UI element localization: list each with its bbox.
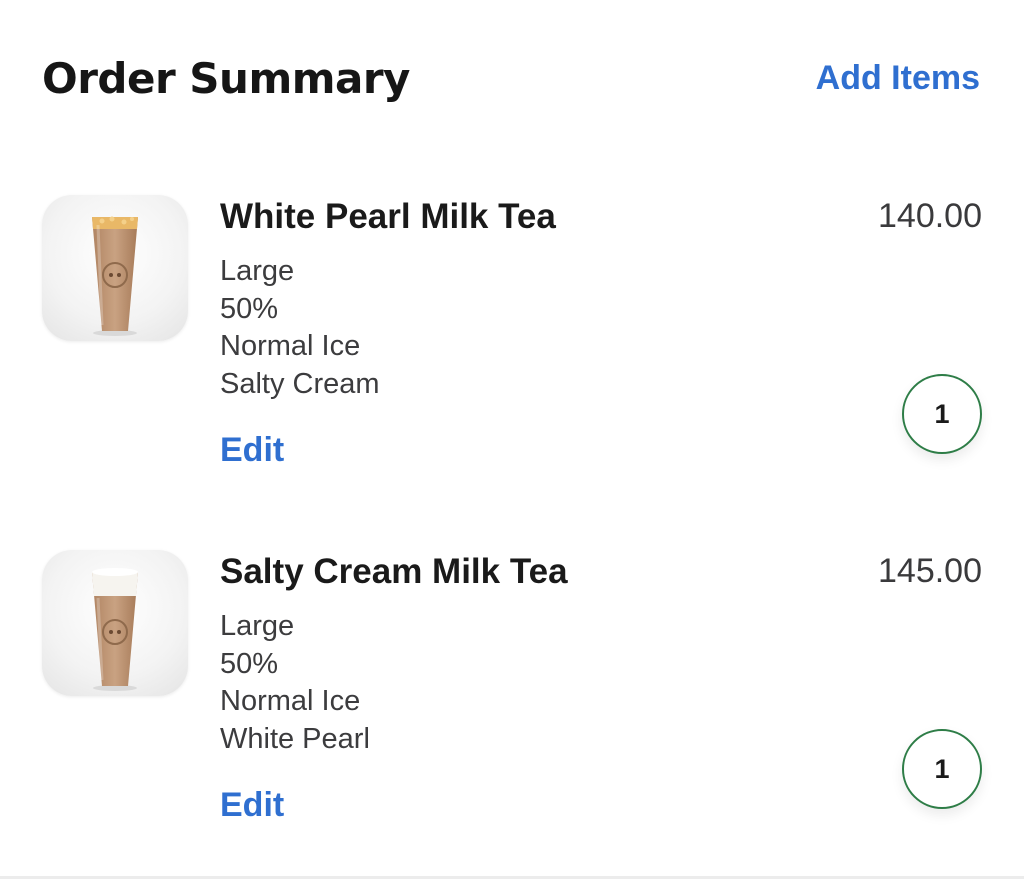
order-item: Salty Cream Milk Tea 145.00 Large 50% No… <box>42 550 982 840</box>
item-options: Large 50% Normal Ice White Pearl <box>220 608 370 758</box>
order-summary-screen: Order Summary Add Items White Pearl Milk… <box>0 0 1024 879</box>
item-name: Salty Cream Milk Tea <box>220 552 568 591</box>
quantity-button[interactable]: 1 <box>902 729 982 809</box>
option-addon: Salty Cream <box>220 367 380 400</box>
option-sugar: 50% <box>220 292 279 325</box>
header: Order Summary Add Items <box>42 48 980 108</box>
milk-tea-cup-icon <box>92 568 138 691</box>
page-title: Order Summary <box>42 53 410 103</box>
item-name: White Pearl Milk Tea <box>220 197 556 236</box>
product-image <box>42 195 188 341</box>
option-addon: White Pearl <box>220 722 370 755</box>
option-sugar: 50% <box>220 647 279 680</box>
item-options: Large 50% Normal Ice Salty Cream <box>220 253 380 403</box>
item-price: 140.00 <box>878 197 982 235</box>
item-price: 145.00 <box>878 552 982 590</box>
product-image <box>42 550 188 696</box>
edit-button[interactable]: Edit <box>220 431 284 470</box>
edit-button[interactable]: Edit <box>220 786 284 825</box>
order-item: White Pearl Milk Tea 140.00 Large 50% No… <box>42 195 982 485</box>
option-size: Large <box>220 610 295 642</box>
option-size: Large <box>220 255 295 287</box>
milk-tea-cup-icon <box>92 216 138 336</box>
add-items-button[interactable]: Add Items <box>816 59 980 98</box>
option-ice: Normal Ice <box>220 330 361 362</box>
quantity-button[interactable]: 1 <box>902 374 982 454</box>
option-ice: Normal Ice <box>220 685 361 717</box>
